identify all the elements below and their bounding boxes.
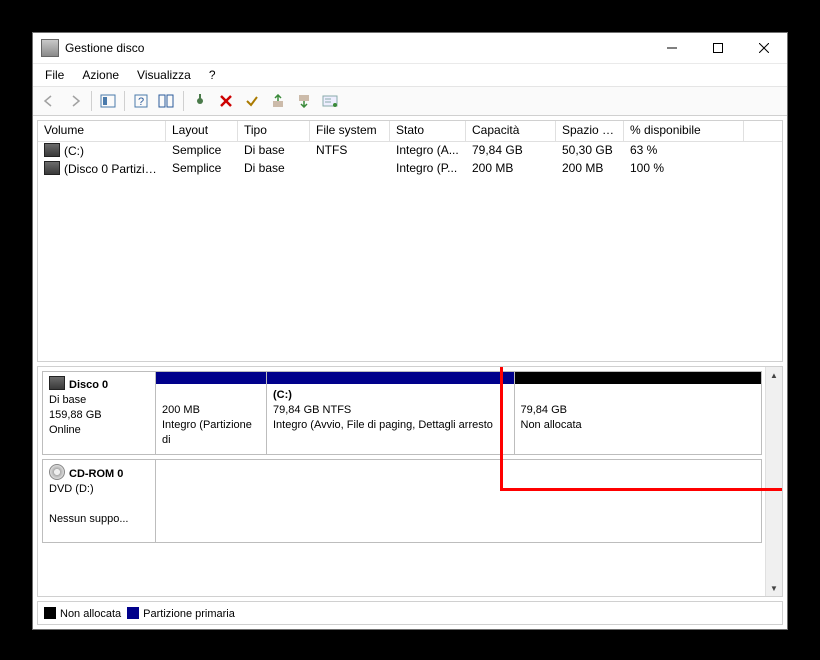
partition-bar — [267, 372, 514, 384]
partition-system-reserved[interactable]: 200 MB Integro (Partizione di — [156, 372, 267, 454]
partition-bar — [515, 372, 762, 384]
disk-title: CD-ROM 0 — [69, 468, 123, 480]
maximize-button[interactable] — [695, 34, 741, 62]
col-stato[interactable]: Stato — [390, 121, 466, 141]
disk-type: Di base — [49, 394, 86, 406]
disk-info[interactable]: Disco 0 Di base 159,88 GB Online — [43, 372, 156, 454]
partition-size: 79,84 GB NTFS — [273, 404, 351, 416]
view-buttons[interactable] — [155, 90, 179, 112]
menu-azione[interactable]: Azione — [74, 66, 127, 84]
disk-size: 159,88 GB — [49, 409, 102, 421]
vol-name: (Disco 0 Partizione... — [64, 162, 166, 176]
refresh-icon[interactable] — [188, 90, 212, 112]
col-cap[interactable]: Capacità — [466, 121, 556, 141]
disk-title: Disco 0 — [69, 379, 108, 391]
partition-detail: Integro (Partizione di — [162, 419, 252, 446]
partition-detail: Integro (Avvio, File di paging, Dettagli… — [273, 419, 493, 431]
list-header: Volume Layout Tipo File system Stato Cap… — [38, 121, 782, 142]
col-pct[interactable]: % disponibile — [624, 121, 744, 141]
list-item[interactable]: (C:) Semplice Di base NTFS Integro (A...… — [38, 142, 782, 160]
vol-stato: Integro (P... — [390, 160, 466, 178]
legend: Non allocata Partizione primaria — [37, 601, 783, 625]
menu-visualizza[interactable]: Visualizza — [129, 66, 199, 84]
vol-layout: Semplice — [166, 160, 238, 178]
legend-label-unallocated: Non allocata — [60, 608, 121, 620]
scroll-up-icon[interactable]: ▲ — [766, 367, 782, 383]
show-hide-button[interactable] — [96, 90, 120, 112]
action-icon-2[interactable] — [292, 90, 316, 112]
forward-button[interactable] — [63, 90, 87, 112]
disk-row: CD-ROM 0 DVD (D:) Nessun suppo... — [42, 459, 762, 543]
cdrom-message: Nessun suppo... — [49, 513, 129, 525]
vol-pct: 63 % — [624, 142, 744, 160]
disk-status: Online — [49, 424, 81, 436]
vol-stato: Integro (A... — [390, 142, 466, 160]
vol-tipo: Di base — [238, 160, 310, 178]
vol-name: (C:) — [64, 144, 84, 158]
check-icon[interactable] — [240, 90, 264, 112]
col-layout[interactable]: Layout — [166, 121, 238, 141]
graphical-pane: Disco 0 Di base 159,88 GB Online 200 MB … — [37, 366, 783, 597]
cdrom-icon — [49, 464, 65, 480]
toolbar: ? — [33, 86, 787, 116]
disk-info[interactable]: CD-ROM 0 DVD (D:) Nessun suppo... — [43, 460, 156, 542]
partition-unallocated[interactable]: 79,84 GB Non allocata — [515, 372, 762, 454]
partition-title: (C:) — [273, 389, 292, 401]
partition-size: 79,84 GB — [521, 404, 567, 416]
legend-swatch-primary — [127, 607, 139, 619]
disk-management-window: Gestione disco File Azione Visualizza ? … — [32, 32, 788, 630]
delete-icon[interactable] — [214, 90, 238, 112]
close-button[interactable] — [741, 34, 787, 62]
svg-text:?: ? — [138, 96, 144, 108]
window-title: Gestione disco — [65, 41, 649, 55]
partition-bar — [156, 372, 266, 384]
vol-tipo: Di base — [238, 142, 310, 160]
volume-icon — [44, 143, 60, 157]
back-button[interactable] — [37, 90, 61, 112]
scrollbar[interactable]: ▲ ▼ — [765, 367, 782, 596]
disk-row: Disco 0 Di base 159,88 GB Online 200 MB … — [42, 371, 762, 455]
col-tipo[interactable]: Tipo — [238, 121, 310, 141]
scroll-down-icon[interactable]: ▼ — [766, 580, 782, 596]
minimize-button[interactable] — [649, 34, 695, 62]
partition-size: 200 MB — [162, 404, 200, 416]
legend-swatch-unallocated — [44, 607, 56, 619]
toolbar-separator — [91, 91, 92, 111]
vol-cap: 200 MB — [466, 160, 556, 178]
volume-list[interactable]: Volume Layout Tipo File system Stato Cap… — [37, 120, 783, 362]
col-fs[interactable]: File system — [310, 121, 390, 141]
menu-file[interactable]: File — [37, 66, 72, 84]
help-button[interactable]: ? — [129, 90, 153, 112]
col-volume[interactable]: Volume — [38, 121, 166, 141]
toolbar-separator — [183, 91, 184, 111]
action-icon-1[interactable] — [266, 90, 290, 112]
toolbar-separator — [124, 91, 125, 111]
partition-c-drive[interactable]: (C:) 79,84 GB NTFS Integro (Avvio, File … — [267, 372, 515, 454]
list-item[interactable]: (Disco 0 Partizione... Semplice Di base … — [38, 160, 782, 178]
menu-help[interactable]: ? — [201, 66, 224, 84]
titlebar[interactable]: Gestione disco — [33, 33, 787, 64]
partition-detail: Non allocata — [521, 419, 582, 431]
vol-cap: 79,84 GB — [466, 142, 556, 160]
vol-spazio: 50,30 GB — [556, 142, 624, 160]
app-icon — [41, 39, 59, 57]
cdrom-device: DVD (D:) — [49, 483, 94, 495]
col-spazio[interactable]: Spazio d... — [556, 121, 624, 141]
menubar: File Azione Visualizza ? — [33, 64, 787, 86]
legend-label-primary: Partizione primaria — [143, 608, 235, 620]
vol-pct: 100 % — [624, 160, 744, 178]
vol-layout: Semplice — [166, 142, 238, 160]
disk-icon — [49, 376, 65, 390]
vol-fs: NTFS — [310, 142, 390, 160]
vol-spazio: 200 MB — [556, 160, 624, 178]
properties-icon[interactable] — [318, 90, 342, 112]
vol-fs — [310, 160, 390, 178]
volume-icon — [44, 161, 60, 175]
